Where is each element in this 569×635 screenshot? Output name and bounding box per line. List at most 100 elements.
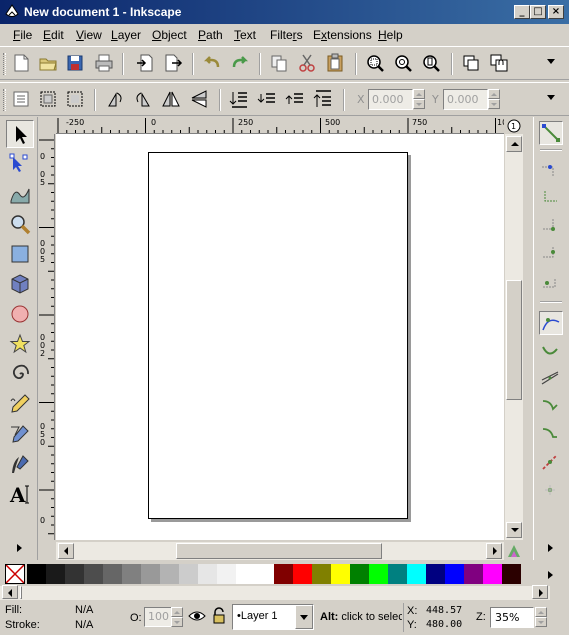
zoom-field[interactable]: 35% [490, 607, 534, 628]
opacity-spin-buttons[interactable] [171, 607, 183, 627]
zoom-selection-icon[interactable] [364, 52, 386, 74]
color-swatch[interactable] [160, 564, 179, 584]
menu-path[interactable]: Path [198, 28, 223, 42]
minimize-button[interactable]: _ [514, 5, 530, 19]
horizontal-ruler[interactable]: -250 0 250 500 750 1000 [56, 118, 504, 134]
snap-paths[interactable] [539, 339, 563, 363]
color-swatch[interactable] [350, 564, 369, 584]
color-swatch[interactable] [179, 564, 198, 584]
select-all-icon[interactable] [10, 88, 32, 110]
toolbar-overflow-icon[interactable] [547, 95, 555, 100]
palette-scroll-left-button[interactable] [2, 585, 18, 599]
snap-object-centers[interactable] [539, 479, 563, 503]
color-swatch[interactable] [293, 564, 312, 584]
tweak-tool[interactable] [6, 180, 34, 208]
selector-tool[interactable] [6, 120, 34, 148]
color-swatch[interactable] [312, 564, 331, 584]
toolbox-overflow-icon[interactable] [17, 544, 22, 552]
document-page[interactable] [148, 152, 408, 519]
copy-icon[interactable] [268, 52, 290, 74]
color-swatch[interactable] [407, 564, 426, 584]
scroll-left-button[interactable] [58, 543, 74, 559]
color-swatch[interactable] [122, 564, 141, 584]
select-all-layers-icon[interactable] [37, 88, 59, 110]
horizontal-scrollbar[interactable] [56, 542, 504, 560]
color-swatch[interactable] [27, 564, 46, 584]
palette-scroll-right-button[interactable] [532, 585, 548, 599]
palette-scroll-thumb[interactable] [20, 586, 22, 599]
current-layer-dropdown[interactable]: •Layer 1 [232, 604, 314, 630]
color-swatch[interactable] [274, 564, 293, 584]
rotate-cw-icon[interactable] [132, 88, 154, 110]
paste-icon[interactable] [324, 52, 346, 74]
snap-bbox[interactable] [539, 159, 563, 183]
raise-icon[interactable] [284, 88, 306, 110]
export-icon[interactable] [162, 52, 184, 74]
color-swatch[interactable] [445, 564, 464, 584]
menu-layer[interactable]: Layer [111, 28, 141, 42]
scroll-up-button[interactable] [506, 136, 522, 152]
opacity-field[interactable]: 100 [144, 607, 172, 627]
menu-view[interactable]: View [76, 28, 102, 42]
raise-to-top-icon[interactable] [312, 88, 334, 110]
scroll-down-button[interactable] [506, 522, 522, 538]
layer-dropdown-arrow-icon[interactable] [295, 605, 313, 629]
y-position-field[interactable]: 0.000 [443, 89, 488, 110]
snap-midpoints[interactable] [539, 451, 563, 475]
close-button[interactable]: × [548, 5, 564, 19]
snap-bbox-edges[interactable] [539, 187, 563, 211]
zoom-drawing-icon[interactable] [392, 52, 414, 74]
horizontal-scroll-thumb[interactable] [176, 543, 382, 559]
menu-file[interactable]: File [13, 28, 32, 42]
menu-extensions[interactable]: Extensions [313, 28, 372, 42]
color-swatch[interactable] [236, 564, 255, 584]
snap-bbox-midpoints[interactable] [539, 243, 563, 267]
pencil-tool[interactable] [6, 390, 34, 418]
duplicate-icon[interactable] [460, 52, 482, 74]
snap-cusp-nodes[interactable] [539, 395, 563, 419]
color-swatch[interactable] [464, 564, 483, 584]
vertical-ruler[interactable]: 0 0 5 0 0 5 0 0 2 0 5 0 0 [39, 134, 55, 540]
toolbar-grip[interactable] [3, 89, 6, 111]
snap-nodes[interactable] [539, 311, 563, 335]
snap-toggle[interactable] [539, 121, 563, 145]
3d-box-tool[interactable] [6, 270, 34, 298]
x-position-field[interactable]: 0.000 [368, 89, 413, 110]
vertical-scroll-thumb[interactable] [506, 280, 522, 400]
color-swatch[interactable] [217, 564, 236, 584]
rectangle-tool[interactable] [6, 240, 34, 268]
color-swatch[interactable] [84, 564, 103, 584]
lower-icon[interactable] [256, 88, 278, 110]
snap-intersections[interactable] [539, 367, 563, 391]
menu-text[interactable]: Text [234, 28, 256, 42]
save-icon[interactable] [64, 52, 86, 74]
pen-tool[interactable] [6, 420, 34, 448]
drawing-canvas[interactable] [56, 134, 504, 540]
print-icon[interactable] [93, 52, 115, 74]
color-swatch[interactable] [103, 564, 122, 584]
menu-edit[interactable]: Edit [43, 28, 64, 42]
zoom-spin-buttons[interactable] [535, 607, 547, 628]
menu-filters[interactable]: Filters [270, 28, 303, 42]
color-swatch[interactable] [198, 564, 217, 584]
maximize-button[interactable]: □ [530, 5, 546, 19]
layer-lock-icon[interactable] [212, 607, 226, 625]
open-icon[interactable] [37, 52, 59, 74]
color-swatch[interactable] [65, 564, 84, 584]
x-spin-buttons[interactable] [413, 89, 425, 110]
snap-bbox-centers[interactable] [539, 271, 563, 295]
flip-horizontal-icon[interactable] [160, 88, 182, 110]
zoom-tool[interactable] [6, 210, 34, 238]
color-swatch[interactable] [255, 564, 274, 584]
node-tool[interactable] [6, 150, 34, 178]
scroll-right-button[interactable] [486, 543, 502, 559]
toolbar-grip[interactable] [3, 53, 6, 75]
y-spin-buttons[interactable] [488, 89, 500, 110]
snapbar-overflow-icon[interactable] [548, 544, 553, 552]
undo-icon[interactable] [201, 52, 223, 74]
color-swatch[interactable] [502, 564, 521, 584]
color-swatch[interactable] [483, 564, 502, 584]
zoom-page-icon[interactable] [420, 52, 442, 74]
snap-bbox-corners[interactable] [539, 215, 563, 239]
ellipse-tool[interactable] [6, 300, 34, 328]
